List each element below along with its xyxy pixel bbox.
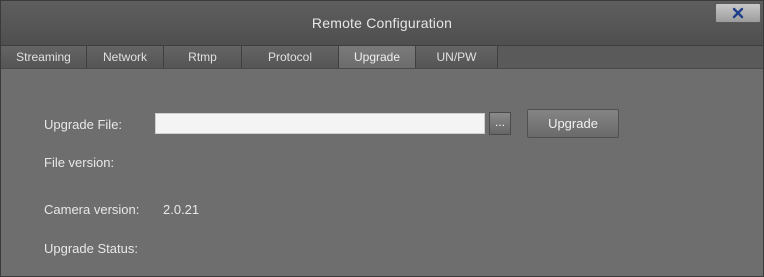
- tab-upgrade[interactable]: Upgrade: [339, 46, 416, 68]
- close-button[interactable]: [715, 3, 761, 23]
- tab-streaming[interactable]: Streaming: [1, 46, 87, 68]
- tab-rtmp[interactable]: Rtmp: [164, 46, 242, 68]
- upgrade-file-input[interactable]: [155, 113, 485, 134]
- tab-protocol[interactable]: Protocol: [242, 46, 339, 68]
- close-icon: [732, 7, 744, 19]
- upgrade-file-label: Upgrade File:: [44, 117, 123, 132]
- file-version-label: File version:: [44, 155, 115, 170]
- camera-version-label: Camera version:: [44, 202, 140, 217]
- upgrade-panel: Upgrade File: ... Upgrade File version: …: [1, 69, 763, 276]
- tab-bar: Streaming Network Rtmp Protocol Upgrade …: [1, 46, 763, 69]
- tab-network[interactable]: Network: [87, 46, 164, 68]
- upgrade-status-label: Upgrade Status:: [44, 241, 138, 256]
- tab-un-pw[interactable]: UN/PW: [416, 46, 498, 68]
- browse-button[interactable]: ...: [489, 112, 511, 135]
- window-title: Remote Configuration: [311, 15, 453, 31]
- camera-version-value: 2.0.21: [163, 202, 200, 217]
- title-bar[interactable]: Remote Configuration: [1, 1, 763, 46]
- remote-configuration-window: Remote Configuration Streaming Network R…: [0, 0, 764, 277]
- upgrade-button[interactable]: Upgrade: [527, 109, 619, 138]
